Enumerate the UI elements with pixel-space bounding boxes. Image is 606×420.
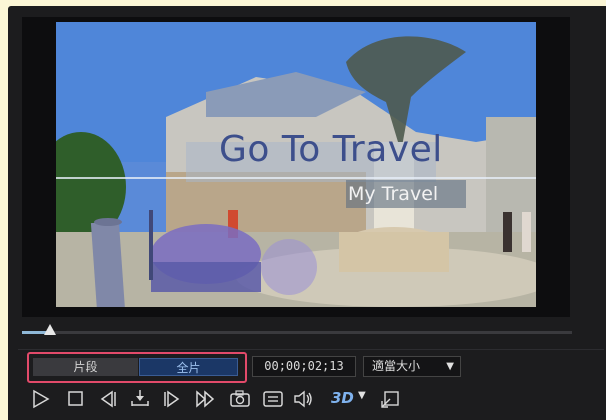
- undock-icon[interactable]: [378, 386, 402, 412]
- video-player-panel: Go To Travel My Travel 片段 全片 00;00;02;13…: [8, 6, 606, 420]
- scrubber-handle[interactable]: [44, 324, 56, 335]
- snapshot-icon[interactable]: [228, 386, 252, 412]
- chevron-down-icon[interactable]: ▼: [358, 390, 366, 401]
- title-overlay-text[interactable]: Go To Travel: [219, 128, 443, 172]
- full-mode-button[interactable]: 全片: [139, 358, 238, 376]
- timecode-display[interactable]: 00;00;02;13: [252, 356, 356, 377]
- chevron-down-icon: ▼: [446, 361, 454, 372]
- next-frame-icon[interactable]: [160, 386, 184, 412]
- volume-icon[interactable]: [292, 386, 316, 412]
- zoom-dropdown[interactable]: 適當大小 ▼: [363, 356, 461, 377]
- scrubber-track[interactable]: [22, 331, 572, 334]
- divider: [18, 349, 604, 350]
- subtitle-icon[interactable]: [261, 386, 285, 412]
- 3d-toggle[interactable]: 3D: [331, 388, 354, 408]
- fast-forward-icon[interactable]: [194, 386, 218, 412]
- playback-controls: 3D ▼: [8, 386, 606, 416]
- zoom-dropdown-value: 適當大小: [372, 359, 421, 373]
- stop-icon[interactable]: [64, 386, 88, 412]
- timeline-scrubber[interactable]: [22, 324, 572, 335]
- previous-frame-icon[interactable]: [96, 386, 120, 412]
- preview-viewport: Go To Travel My Travel: [22, 17, 570, 317]
- clip-mode-button[interactable]: 片段: [33, 358, 138, 376]
- play-icon[interactable]: [28, 386, 52, 412]
- subtitle-overlay-text[interactable]: My Travel: [348, 182, 438, 206]
- preview-frame[interactable]: Go To Travel My Travel: [56, 22, 536, 307]
- split-icon[interactable]: [128, 386, 152, 412]
